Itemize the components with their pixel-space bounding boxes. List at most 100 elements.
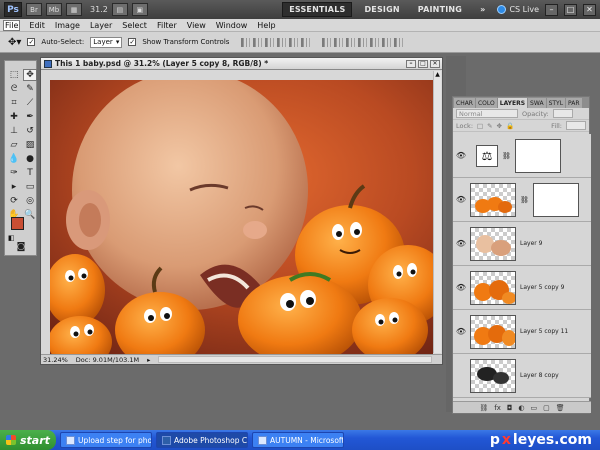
more-workspaces-button[interactable]: » [474,2,491,17]
show-transform-checkbox[interactable]: ✓ [128,38,137,46]
blend-mode-dropdown[interactable]: Normal [456,109,518,118]
maximize-button[interactable]: □ [564,3,577,16]
distribute-top-icon[interactable] [322,37,332,47]
move-tool-icon[interactable]: ✥ [23,69,37,81]
add-mask-icon[interactable]: ◘ [507,404,513,412]
layer-mask-thumb[interactable] [532,182,579,217]
shape-tool-icon[interactable]: ▭ [23,181,37,193]
layer-row[interactable]: 👁 Layer 5 copy 9 [453,266,591,310]
3d-camera-tool-icon[interactable]: ◎ [23,195,37,207]
doc-maximize-button[interactable]: □ [418,59,428,68]
menu-edit[interactable]: Edit [28,21,46,30]
menu-select[interactable]: Select [121,21,148,30]
cs-live-button[interactable]: CS Live [497,5,539,14]
mini-bridge-button[interactable]: Mb [46,3,62,16]
distribute-vcenter-icon[interactable] [334,37,344,47]
tab-color[interactable]: COLO [475,98,497,108]
layer-row[interactable]: 👁 ⛓ [453,178,591,222]
gradient-tool-icon[interactable]: ▨ [23,139,37,151]
clone-stamp-tool-icon[interactable]: ⊥ [7,125,21,137]
crop-tool-icon[interactable]: ⌗ [7,97,21,109]
start-button[interactable]: start [0,430,56,450]
document-canvas[interactable] [50,80,433,354]
pen-tool-icon[interactable]: ✑ [7,167,21,179]
fill-field[interactable] [566,121,586,130]
layer-row[interactable]: 👁 Layer 9 [453,222,591,266]
history-brush-tool-icon[interactable]: ↺ [23,125,37,137]
trash-icon[interactable]: 🗑 [556,404,565,412]
taskbar-item-upload[interactable]: Upload step for phot... [60,432,152,448]
lock-transparent-icon[interactable]: □ [477,122,483,130]
3d-rotate-tool-icon[interactable]: ⟳ [7,195,21,207]
foreground-color-swatch[interactable] [11,217,24,230]
path-select-tool-icon[interactable]: ▸ [7,181,21,193]
taskbar-item-word[interactable]: AUTUMN - Microsoft ... [252,432,344,448]
fx-icon[interactable]: fx [494,404,501,412]
distribute-bottom-icon[interactable] [346,37,356,47]
distribute-left-icon[interactable] [358,37,368,47]
auto-select-dropdown[interactable]: Layer ▾ [90,36,123,48]
marquee-tool-icon[interactable]: ⬚ [7,69,21,81]
new-layer-icon[interactable]: ▢ [543,404,550,412]
dodge-tool-icon[interactable]: ● [23,153,37,165]
doc-minimize-button[interactable]: – [406,59,416,68]
align-hcenter-icon[interactable] [289,37,299,47]
tab-layers[interactable]: LAYERS [497,98,528,108]
link-layers-icon[interactable]: ⛓ [479,404,488,412]
move-tool-preset-icon[interactable]: ✥▾ [8,37,21,48]
menu-help[interactable]: Help [256,21,276,30]
view-extras-icon[interactable]: ▦ [66,3,82,16]
menu-file[interactable]: File [3,19,21,31]
menu-filter[interactable]: Filter [156,21,178,30]
menu-layer[interactable]: Layer [89,21,113,30]
lock-position-icon[interactable]: ✥ [497,122,502,130]
workspace-essentials[interactable]: ESSENTIALS [282,2,353,17]
eye-icon[interactable]: 👁 [456,327,466,337]
tab-styles[interactable]: STYL [546,98,566,108]
menu-view[interactable]: View [186,21,207,30]
tab-character[interactable]: CHAR [454,98,475,108]
distribute-right-icon[interactable] [382,37,392,47]
type-tool-icon[interactable]: T [23,167,37,179]
quick-select-tool-icon[interactable]: ✎ [23,83,37,95]
layer-row[interactable]: 👁 Layer 8 copy [453,354,591,398]
eye-icon[interactable]: 👁 [456,239,466,249]
new-group-icon[interactable]: ▭ [531,404,538,412]
menu-window[interactable]: Window [215,21,249,30]
tab-paragraph[interactable]: PAR [566,98,582,108]
quick-mask-icon[interactable]: ◙ [14,241,28,253]
menu-image[interactable]: Image [54,21,81,30]
zoom-level-value[interactable]: 31.2 [90,5,108,14]
align-bottom-icon[interactable] [265,37,275,47]
workspace-painting[interactable]: PAINTING [412,2,468,17]
layer-mask-thumb[interactable] [514,138,561,173]
screen-mode-icon[interactable]: ▣ [131,3,148,16]
doc-close-button[interactable]: ✕ [430,59,440,68]
minimize-button[interactable]: – [545,3,558,16]
auto-align-icon[interactable] [394,37,404,47]
taskbar-item-photoshop[interactable]: Adobe Photoshop CS5 [156,432,248,448]
brush-tool-icon[interactable]: ✒ [23,111,37,123]
eye-icon[interactable]: 👁 [456,151,466,161]
scroll-up-icon[interactable]: ▲ [434,71,441,79]
status-menu-icon[interactable]: ▸ [147,356,150,364]
lasso-tool-icon[interactable]: ᘓ [7,83,21,95]
bridge-button[interactable]: Br [26,3,42,16]
align-vcenter-icon[interactable] [253,37,263,47]
adjustment-icon[interactable]: ◐ [518,404,524,412]
align-right-icon[interactable] [301,37,311,47]
distribute-hcenter-icon[interactable] [370,37,380,47]
auto-select-checkbox[interactable]: ✓ [27,38,36,46]
align-left-icon[interactable] [277,37,287,47]
zoom-tool-icon[interactable]: 🔍 [23,209,37,221]
eye-icon[interactable]: 👁 [456,283,466,293]
vertical-scrollbar[interactable]: ▲ [433,71,441,353]
eye-icon[interactable]: 👁 [456,195,466,205]
zoom-status[interactable]: 31.24% [43,356,68,364]
close-button[interactable]: ✕ [583,3,596,16]
healing-tool-icon[interactable]: ✚ [7,111,21,123]
arrange-documents-icon[interactable]: ▤ [111,3,128,16]
lock-all-icon[interactable]: 🔒 [506,122,514,130]
tab-swatches[interactable]: SWA [528,98,546,108]
eyedropper-tool-icon[interactable]: ⟋ [23,97,37,109]
